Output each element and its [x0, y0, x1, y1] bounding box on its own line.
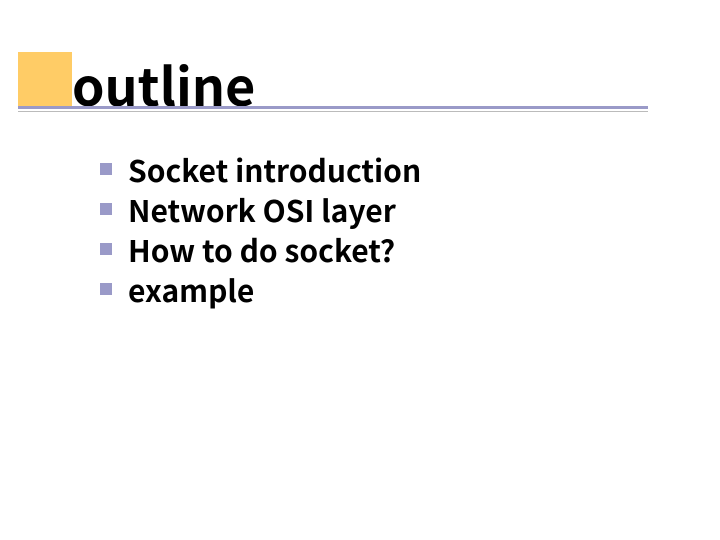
- bullet-text: How to do socket?: [128, 233, 395, 266]
- bullet-text: Network OSI layer: [128, 193, 396, 226]
- list-item: Network OSI layer: [100, 190, 660, 228]
- slide-title: outline: [72, 46, 255, 121]
- square-bullet-icon: [100, 163, 112, 175]
- bullet-text: example: [128, 273, 254, 306]
- square-bullet-icon: [100, 283, 112, 295]
- title-area: outline: [18, 52, 72, 106]
- square-bullet-icon: [100, 203, 112, 215]
- list-item: example: [100, 270, 660, 308]
- slide: outline Socket introduction Network OSI …: [0, 0, 720, 540]
- bullet-text: Socket introduction: [128, 153, 421, 186]
- title-accent-box-icon: [18, 52, 72, 106]
- title-shadow-line-icon: [18, 111, 648, 112]
- list-item: How to do socket?: [100, 230, 660, 268]
- title-underline-icon: [18, 106, 648, 109]
- square-bullet-icon: [100, 243, 112, 255]
- body-area: Socket introduction Network OSI layer Ho…: [100, 150, 660, 310]
- list-item: Socket introduction: [100, 150, 660, 188]
